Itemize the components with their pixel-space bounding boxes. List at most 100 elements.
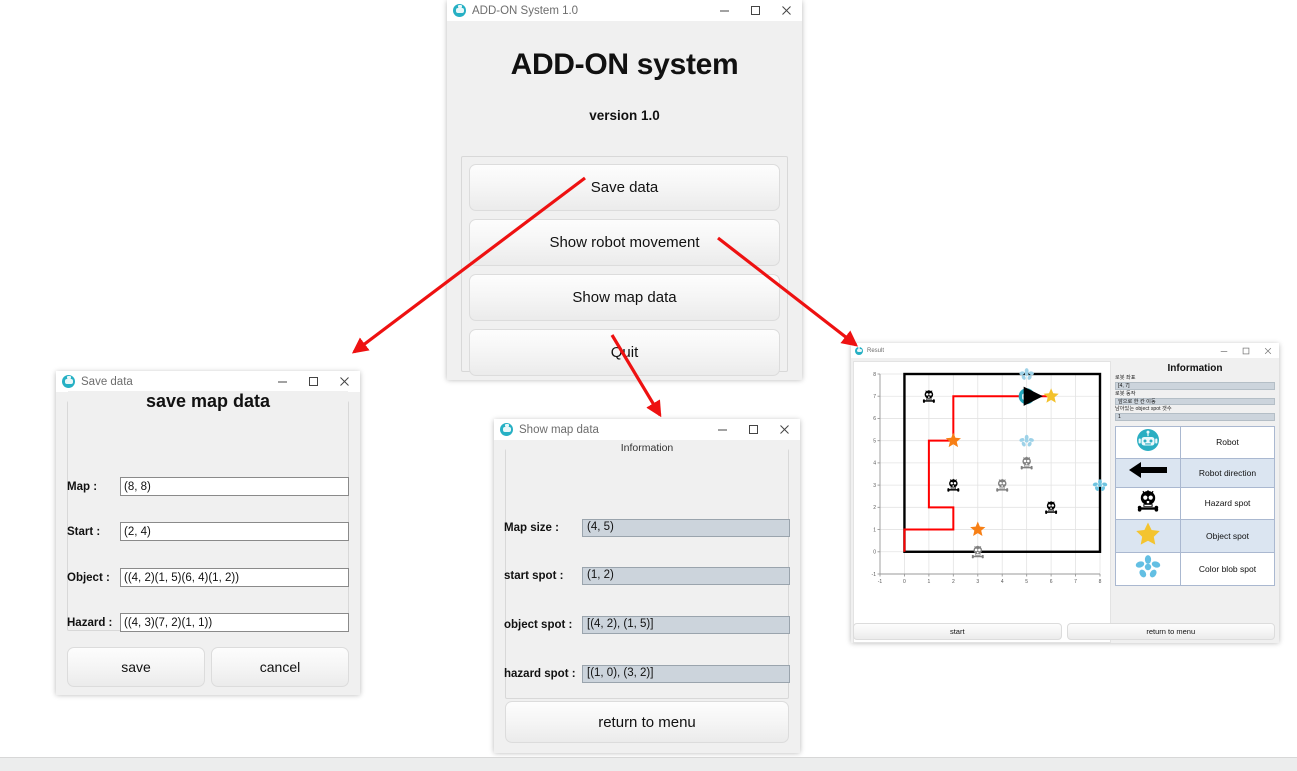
start-button[interactable]: start [853,623,1062,640]
svg-text:2: 2 [873,505,876,511]
robot-coordinate-label: 로봇 좌표 [1115,375,1136,381]
svg-text:5: 5 [1025,579,1028,585]
start-spot-label: start spot : [504,570,564,582]
map-size-label: Map size : [504,522,559,534]
object-spot-row: object spot : [(4, 2), (1, 5)] [504,616,790,634]
close-button[interactable] [1257,343,1279,358]
main-window-titlebar: ADD-ON System 1.0 [447,0,802,22]
info-panel-title: Information [1167,363,1223,374]
svg-text:8: 8 [873,372,876,378]
hazard-field-row: Hazard : [67,613,349,632]
svg-text:1: 1 [927,579,930,585]
close-button[interactable] [769,419,800,440]
robot-coordinate-value: [4, 7] [1115,382,1275,390]
close-button[interactable] [329,371,360,392]
skull-icon [1115,486,1181,520]
hazard-field-label: Hazard : [67,616,113,629]
svg-text:0: 0 [873,550,876,556]
minimize-button[interactable] [707,419,738,440]
legend-row-colorblob: Color blob spot [1115,551,1275,586]
return-to-menu-button[interactable]: return to menu [505,701,789,743]
svg-text:0: 0 [903,579,906,585]
maximize-button[interactable] [740,0,771,21]
svg-text:3: 3 [976,579,979,585]
minimize-button[interactable] [267,371,298,392]
hazard-spot-value: [(1, 0), (3, 2)] [582,665,790,683]
start-spot-value: (1, 2) [582,567,790,585]
maximize-button[interactable] [738,419,769,440]
legend-row-hazard: Hazard spot [1115,486,1275,520]
mapdata-window-title: Show map data [519,423,599,436]
object-field-label: Object : [67,571,110,584]
map-size-value: (4, 5) [582,519,790,537]
result-window: Result -1 0 1 2 3 4 5 6 7 8 -1 0 1 2 3 4 5 6 7 [851,343,1279,643]
result-info-panel: Information 로봇 좌표 [4, 7] 로봇 동작 앞으로 한 칸 이… [1111,359,1279,643]
legend-label-direction: Robot direction [1180,457,1275,488]
object-input[interactable] [120,568,349,587]
svg-text:3: 3 [873,483,876,489]
show-map-data-button[interactable]: Show map data [469,274,780,321]
color-blob-icon [1115,551,1181,586]
legend-row-robot: Robot [1115,425,1275,459]
remaining-objects-label: 남아있는 object spot 갯수 [1115,406,1172,412]
star-icon [1115,518,1181,553]
result-return-to-menu-button[interactable]: return to menu [1066,623,1275,640]
robot-action-field: 로봇 동작 앞으로 한 칸 이동 [1115,390,1275,405]
start-input[interactable] [120,522,349,541]
minimize-button[interactable] [1213,343,1235,358]
map-legend-table: Robot Robot direction Hazard spot Object… [1115,425,1275,586]
svg-text:5: 5 [873,438,876,444]
result-window-titlebar: Result [851,343,1279,359]
app-robot-icon [855,346,863,355]
hazard-input[interactable] [120,613,349,632]
show-map-data-window: Show map data Information Map size : (4,… [494,419,800,753]
result-window-title: Result [867,347,885,354]
legend-label-object: Object spot [1180,518,1275,553]
save-data-window: Save data save map data Map : Start : Ob… [56,371,360,695]
map-field-label: Map : [67,480,98,493]
svg-text:-1: -1 [878,579,883,585]
svg-text:6: 6 [873,416,876,422]
maximize-button[interactable] [298,371,329,392]
save-data-button[interactable]: Save data [469,164,780,211]
result-window-actions: start return to menu [853,623,1275,640]
map-size-row: Map size : (4, 5) [504,519,790,537]
svg-text:7: 7 [873,394,876,400]
start-spot-row: start spot : (1, 2) [504,567,790,585]
version-label: version 1.0 [589,108,660,123]
map-field-row: Map : [67,477,349,496]
page-title: ADD-ON system [510,48,739,81]
object-field-row: Object : [67,568,349,587]
main-menu-window: ADD-ON System 1.0 ADD-ON system version … [447,0,802,380]
show-robot-movement-button[interactable]: Show robot movement [469,219,780,266]
robot-coordinate-field: 로봇 좌표 [4, 7] [1115,375,1275,390]
quit-button[interactable]: Quit [469,329,780,376]
svg-text:2: 2 [952,579,955,585]
app-robot-icon [453,4,466,17]
legend-label-colorblob: Color blob spot [1180,551,1275,586]
main-window-title: ADD-ON System 1.0 [472,4,579,17]
app-robot-icon [500,423,513,436]
start-field-label: Start : [67,525,101,538]
robot-icon [1115,425,1181,459]
cancel-button[interactable]: cancel [211,647,349,687]
minimize-button[interactable] [709,0,740,21]
save-window-titlebar: Save data [56,371,360,393]
map-input[interactable] [120,477,349,496]
save-button[interactable]: save [67,647,205,687]
remaining-objects-field: 남아있는 object spot 갯수 1 [1115,406,1275,421]
arrow-left-icon [1115,457,1181,488]
maximize-button[interactable] [1235,343,1257,358]
mapdata-window-titlebar: Show map data [494,419,800,441]
start-field-row: Start : [67,522,349,541]
legend-row-direction: Robot direction [1115,457,1275,488]
hazard-spot-label: hazard spot : [504,668,576,680]
legend-row-object: Object spot [1115,518,1275,553]
svg-text:4: 4 [1001,579,1004,585]
close-button[interactable] [771,0,802,21]
robot-action-label: 로봇 동작 [1115,390,1136,397]
app-robot-icon [62,375,75,388]
svg-text:7: 7 [1074,579,1077,585]
object-spot-value: [(4, 2), (1, 5)] [582,616,790,634]
page-bottom-bar [0,757,1297,771]
